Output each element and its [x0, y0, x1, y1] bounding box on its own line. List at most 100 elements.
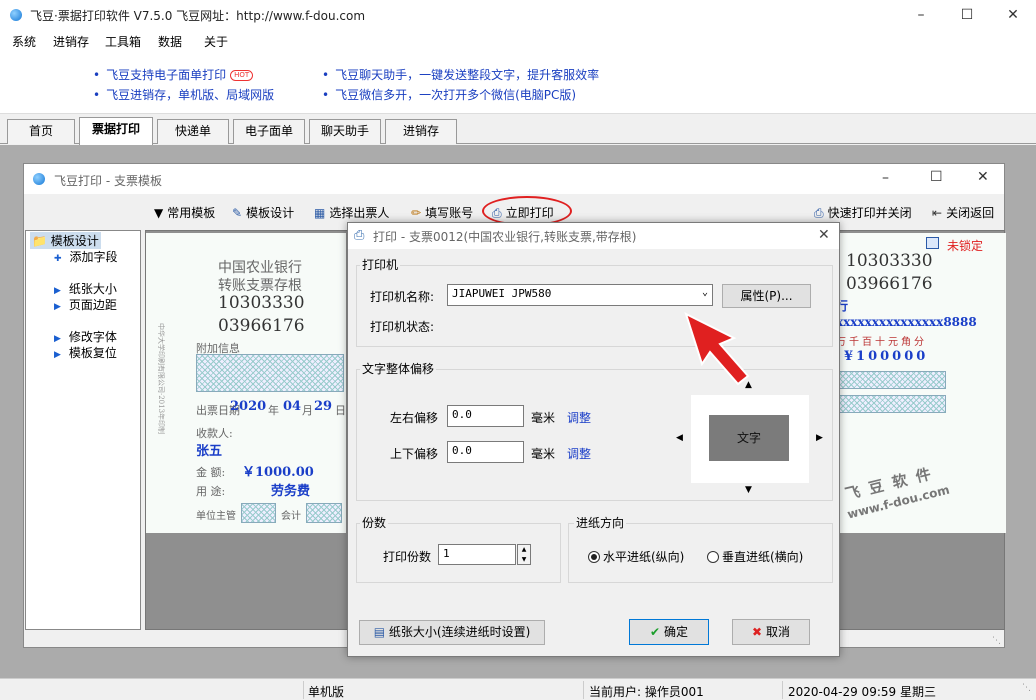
id-card-icon: ▦ — [314, 206, 326, 220]
accountant-field[interactable] — [306, 503, 342, 523]
printer-status-label: 打印机状态: — [370, 320, 435, 334]
ad-link-chat[interactable]: • 飞豆聊天助手，一键发送整段文字，提升客服效率 — [322, 66, 599, 83]
offset-preview: 文字 — [691, 395, 809, 483]
maximize-button[interactable]: ☐ — [930, 169, 943, 185]
resize-grip-icon[interactable]: ⋱ — [1022, 683, 1031, 693]
cheque-stub[interactable]: 中国农业银行 转账支票存根 10303330 03966176 中华大学印刷有限… — [146, 233, 346, 533]
triangle-icon: ▶ — [54, 286, 61, 296]
lock-icon[interactable] — [926, 237, 939, 249]
hot-badge: HOT — [230, 70, 254, 81]
printer-icon: ⎙ — [814, 206, 824, 220]
maximize-button[interactable]: ☐ — [944, 0, 990, 30]
app-title: 飞豆·票据打印软件 V7.5.0 飞豆网址：http://www.f-dou.c… — [30, 9, 366, 23]
template-design-button[interactable]: ✎ 模板设计 — [232, 204, 294, 221]
close-back-button[interactable]: ⇤ 关闭返回 — [932, 204, 994, 221]
app-icon — [33, 173, 45, 185]
amount-value[interactable]: ￥1000.00 — [242, 461, 314, 480]
feed-horizontal-radio[interactable]: 水平进纸(纵向) — [588, 548, 684, 565]
ud-offset-label: 上下偏移 — [390, 447, 439, 461]
copies-spinner[interactable]: ▲ ▼ — [517, 544, 531, 565]
copies-label: 打印份数 — [383, 550, 432, 564]
tab-bill-print[interactable]: 票据打印 — [79, 117, 153, 145]
cancel-button[interactable]: ✖ 取消 — [732, 619, 810, 645]
quick-print-close-button[interactable]: ⎙ 快速打印并关闭 — [814, 204, 912, 221]
attach-info-field[interactable] — [196, 354, 344, 392]
amount-digits[interactable]: ¥100000 — [844, 349, 928, 364]
tree-root[interactable]: 📁 模板设计 — [30, 232, 101, 249]
month-label: 月 — [302, 404, 313, 417]
tab-e-waybill[interactable]: 电子面单 — [233, 119, 305, 144]
ud-adjust-link[interactable]: 调整 — [567, 445, 591, 462]
menu-inventory[interactable]: 进销存 — [53, 33, 89, 50]
select-drawer-button[interactable]: ▦ 选择出票人 — [314, 204, 389, 221]
tree-item-font[interactable]: ▶ 修改字体 — [54, 328, 117, 345]
unit-head-field[interactable] — [241, 503, 276, 523]
close-button[interactable]: ✕ — [990, 0, 1036, 30]
annotation-arrow-shape — [684, 312, 750, 386]
arrow-right-icon[interactable]: ▶ — [816, 433, 823, 443]
dialog-close-button[interactable]: ✕ — [818, 227, 830, 243]
exit-icon: ⇤ — [932, 206, 943, 220]
ruler-pen-icon: ✎ — [232, 206, 243, 220]
tab-chat-assistant[interactable]: 聊天助手 — [309, 119, 381, 144]
ad-link-wechat[interactable]: • 飞豆微信多开，一次打开多个微信(电脑PC版) — [322, 86, 576, 103]
tab-express[interactable]: 快递单 — [157, 119, 229, 144]
dropdown-triangle-icon: ▼ — [154, 206, 164, 220]
use-label: 用 途: — [196, 485, 226, 498]
feed-vertical-radio[interactable]: 垂直进纸(横向) — [707, 548, 803, 565]
minimize-button[interactable]: – — [882, 170, 889, 186]
menu-toolbox[interactable]: 工具箱 — [105, 33, 141, 50]
paper-size-button[interactable]: ▤ 纸张大小(连续进纸时设置) — [359, 620, 545, 645]
amount-units: 万千百十元角分 — [836, 337, 927, 348]
minimize-button[interactable]: – — [898, 0, 944, 30]
amount-label: 金 额: — [196, 466, 226, 479]
ad-link-waybill[interactable]: • 飞豆支持电子面单打印 HOT — [93, 66, 254, 83]
date-year[interactable]: 2020 — [230, 399, 266, 414]
offset-group-label: 文字整体偏移 — [360, 360, 437, 377]
tree-item-reset[interactable]: ▶ 模板复位 — [54, 344, 117, 361]
menu-system[interactable]: 系统 — [12, 33, 36, 50]
account-number[interactable]: xxxxxxxxxxxxxxx8888 — [836, 315, 977, 329]
printer-icon: ⎙ — [354, 228, 365, 243]
folder-icon: 📁 — [32, 234, 47, 248]
tab-home[interactable]: 首页 — [7, 119, 75, 144]
tree-item-margins[interactable]: ▶ 页面边距 — [54, 296, 117, 313]
lock-status[interactable]: 未锁定 — [947, 237, 983, 254]
payee-value[interactable]: 张五 — [196, 440, 222, 459]
print-dialog: ⎙ 打印 - 支票0012(中国农业银行,转账支票,带存根) ✕ 打印机 打印机… — [347, 222, 840, 657]
ad-link-inventory[interactable]: • 飞豆进销存，单机版、局域网版 — [93, 86, 274, 103]
menu-data[interactable]: 数据 — [158, 33, 182, 50]
cheque-body[interactable]: 未锁定 10303330 03966176 行 xxxxxxxxxxxxxxx8… — [836, 233, 1006, 533]
lr-offset-input[interactable]: 0.0 — [447, 405, 524, 427]
template-window-titlebar: 飞豆打印 - 支票模板 – ☐ ✕ — [24, 164, 1004, 194]
payee-label: 收款人: — [196, 427, 233, 440]
fill-account-button[interactable]: ✏ 填写账号 — [411, 204, 473, 221]
use-value[interactable]: 劳务费 — [271, 480, 310, 499]
tab-inventory[interactable]: 进销存 — [385, 119, 457, 144]
arrow-down-icon[interactable]: ▼ — [745, 485, 752, 495]
close-button[interactable]: ✕ — [977, 169, 989, 185]
tree-item-paper-size[interactable]: ▶ 纸张大小 — [54, 280, 117, 297]
date-month[interactable]: 04 — [283, 399, 301, 414]
menu-about[interactable]: 关于 — [204, 33, 228, 50]
status-user: 当前用户: 操作员001 — [589, 685, 704, 699]
ok-button[interactable]: ✔ 确定 — [629, 619, 709, 645]
arrow-left-icon[interactable]: ◀ — [676, 433, 683, 443]
bank-name: 中国农业银行 — [218, 260, 302, 276]
copies-input[interactable]: 1 — [438, 544, 516, 565]
purpose-field[interactable] — [836, 371, 946, 389]
date-day[interactable]: 29 — [314, 399, 332, 414]
ud-unit: 毫米 — [531, 447, 556, 461]
lr-adjust-link[interactable]: 调整 — [567, 409, 591, 426]
cross-icon: ✖ — [752, 625, 763, 639]
memo-field[interactable] — [836, 395, 946, 413]
title-bar: 飞豆·票据打印软件 V7.5.0 飞豆网址：http://www.f-dou.c… — [0, 0, 1036, 30]
day-label: 日 — [335, 404, 346, 417]
ud-offset-input[interactable]: 0.0 — [447, 441, 524, 463]
common-templates-button[interactable]: ▼ 常用模板 — [154, 204, 215, 221]
tree-item-add-field[interactable]: ✚ 添加字段 — [54, 248, 118, 265]
resize-grip-icon[interactable]: ⋱ — [992, 636, 1001, 646]
status-mode: 单机版 — [308, 685, 345, 699]
template-window-title: 飞豆打印 - 支票模板 — [54, 174, 162, 188]
design-tree: 📁 模板设计 ✚ 添加字段 ▶ 纸张大小 ▶ 页面边距 ▶ 修改字体 ▶ 模板复位 — [25, 230, 141, 630]
